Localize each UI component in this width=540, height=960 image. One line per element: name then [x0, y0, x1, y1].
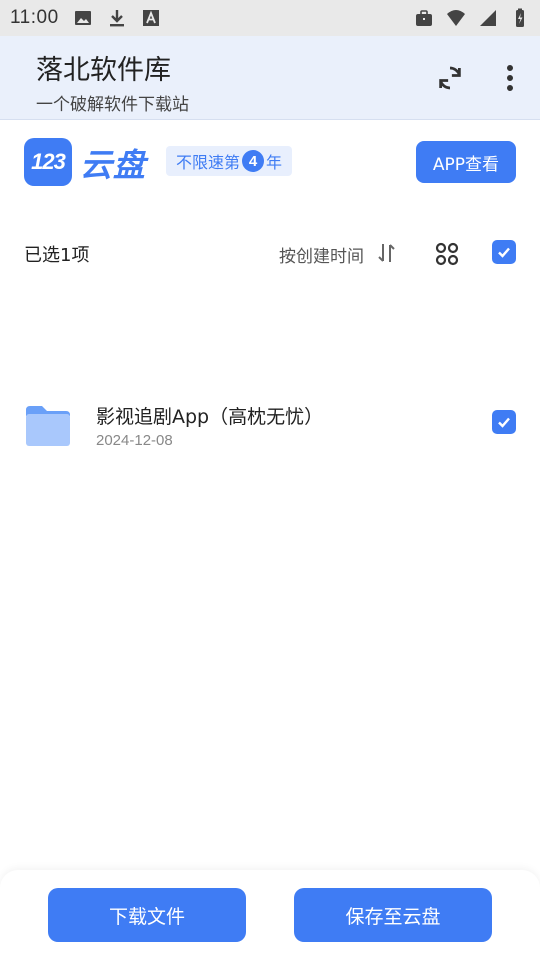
- download-file-button[interactable]: 下载文件: [48, 888, 246, 942]
- promo-number: 4: [242, 150, 265, 172]
- promo-badge: 不限速第 4 年: [166, 146, 293, 176]
- check-icon: [498, 417, 510, 428]
- battery-icon: [516, 8, 524, 27]
- save-to-cloud-button[interactable]: 保存至云盘: [294, 888, 492, 942]
- file-name: 影视追剧App（高枕无忧）: [96, 406, 324, 428]
- page-title: 落北软件库: [36, 55, 171, 86]
- selected-count: 已选1项: [24, 245, 90, 266]
- promo-prefix: 不限速第: [176, 153, 241, 172]
- status-right-icons: [414, 8, 530, 28]
- logo: 123: [24, 138, 72, 186]
- list-item[interactable]: 影视追剧App（高枕无忧） 2024-12-08: [24, 398, 516, 458]
- promo-suffix: 年: [266, 153, 283, 172]
- brand-row: 123 云盘 不限速第 4 年 APP查看: [24, 138, 516, 186]
- wifi-icon: [447, 10, 465, 26]
- logo-number: 123: [31, 149, 66, 174]
- app-view-button[interactable]: APP查看: [416, 141, 516, 183]
- signal-icon: [480, 10, 496, 26]
- sort-icon[interactable]: [376, 241, 398, 265]
- refresh-button[interactable]: [430, 58, 470, 98]
- image-icon: [74, 11, 91, 25]
- file-checkbox[interactable]: [492, 410, 516, 434]
- grid-view-icon[interactable]: [434, 241, 460, 267]
- page-subtitle: 一个破解软件下载站: [36, 95, 189, 115]
- logo-text: 云盘: [80, 146, 147, 184]
- status-bar: 11:00: [0, 0, 540, 36]
- folder-icon: [26, 406, 70, 446]
- sort-by-created-time[interactable]: 按创建时间: [279, 242, 364, 267]
- download-icon: [109, 10, 124, 27]
- bottom-action-bar: 下载文件 保存至云盘: [0, 870, 540, 960]
- more-options-button[interactable]: [490, 58, 530, 98]
- status-left-icons: [73, 8, 161, 28]
- refresh-icon: [439, 66, 461, 90]
- font-icon: [142, 10, 159, 26]
- more-vertical-icon: [507, 65, 513, 91]
- status-time: 11:00: [10, 7, 59, 28]
- app-header: 落北软件库 一个破解软件下载站: [0, 36, 540, 120]
- check-icon: [498, 247, 510, 258]
- select-all-checkbox[interactable]: [492, 240, 516, 264]
- toolbar: 已选1项 按创建时间: [24, 232, 516, 272]
- file-date: 2024-12-08: [96, 432, 173, 449]
- briefcase-icon: [416, 10, 432, 26]
